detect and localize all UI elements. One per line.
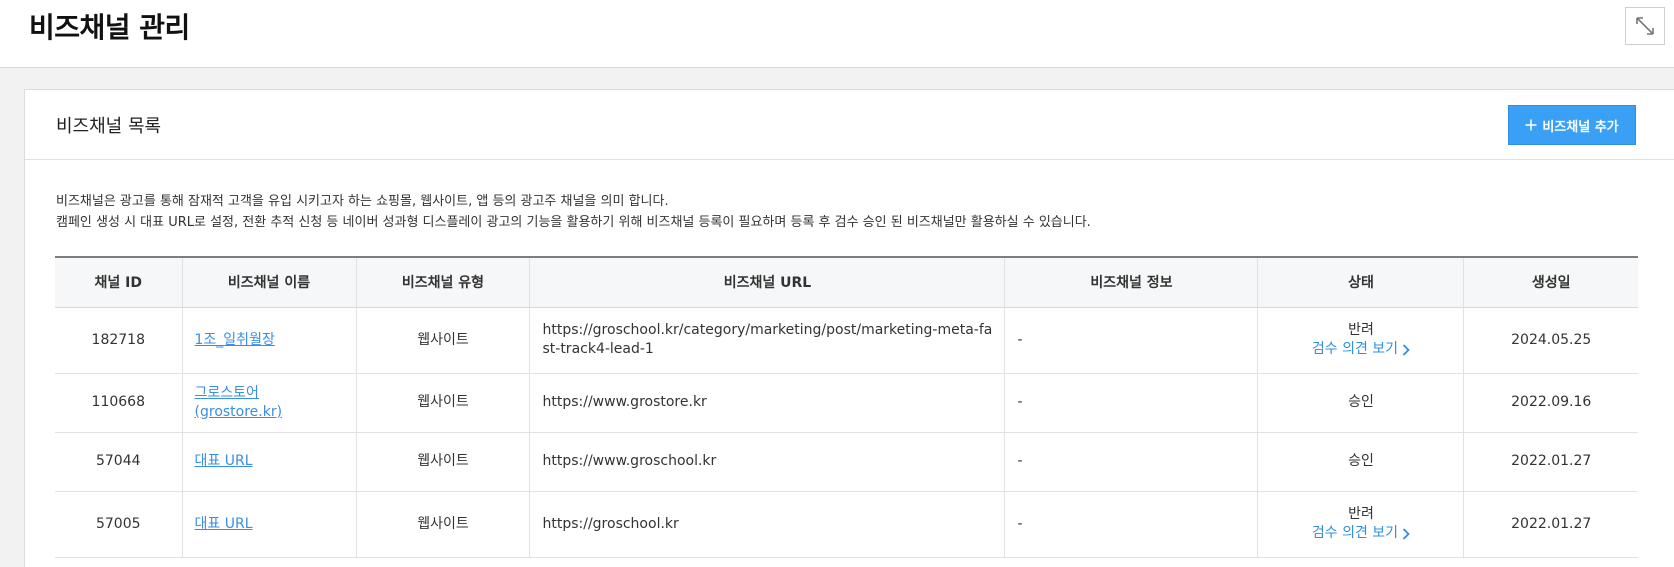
table-row: 182718 1조_일취월장 웹사이트 https://groschool.kr… (55, 307, 1638, 374)
cell-channel-id: 110668 (55, 373, 183, 433)
cell-channel-id: 57044 (55, 432, 183, 492)
cell-created: 2022.09.16 (1463, 373, 1638, 433)
cell-type: 웹사이트 (356, 432, 531, 492)
description: 비즈채널은 광고를 통해 잠재적 고객을 유입 시키고자 하는 쇼핑몰, 웹사이… (56, 191, 1091, 233)
status-text: 승인 (1348, 394, 1374, 410)
bizchannel-list-card: 비즈채널 목록 비즈채널 추가 비즈채널은 광고를 통해 잠재적 고객을 유입 … (24, 89, 1674, 567)
status-text: 승인 (1348, 453, 1374, 469)
col-header-channel-id: 채널 ID (55, 257, 183, 308)
review-opinion-link[interactable]: 검수 의견 보기 (1312, 340, 1410, 359)
col-header-info: 비즈채널 정보 (1004, 257, 1259, 308)
status-text: 반려 (1348, 506, 1374, 522)
page-title: 비즈채널 관리 (29, 11, 190, 44)
cell-info: - (1004, 307, 1259, 374)
cell-name: 1조_일취월장 (182, 307, 357, 374)
cell-status: 승인 (1257, 373, 1465, 433)
top-bar: 비즈채널 관리 (0, 0, 1674, 68)
cell-status: 반려 검수 의견 보기 (1257, 307, 1465, 374)
status-text: 반려 (1348, 322, 1374, 338)
plus-icon (1525, 119, 1537, 131)
cell-info: - (1004, 432, 1259, 492)
bizchannel-name-link[interactable]: 1조_일취월장 (195, 332, 275, 348)
cell-url: https://www.grostore.kr (529, 373, 1006, 433)
cell-name: 대표 URL (182, 491, 357, 558)
cell-channel-id: 57005 (55, 491, 183, 558)
table-row: 110668 그로스토어(grostore.kr) 웹사이트 https://w… (55, 373, 1638, 433)
bizchannel-name-link[interactable]: 그로스토어(grostore.kr) (195, 385, 283, 420)
col-header-type: 비즈채널 유형 (356, 257, 531, 308)
cell-status: 승인 (1257, 432, 1465, 492)
cell-info: - (1004, 491, 1259, 558)
add-bizchannel-label: 비즈채널 추가 (1542, 119, 1619, 135)
cell-created: 2024.05.25 (1463, 307, 1638, 374)
bizchannel-name-link[interactable]: 대표 URL (195, 453, 253, 469)
cell-created: 2022.01.27 (1463, 432, 1638, 492)
cell-url: https://groschool.kr (529, 491, 1006, 558)
cell-type: 웹사이트 (356, 373, 531, 433)
bizchannel-table: 채널 ID 비즈채널 이름 비즈채널 유형 비즈채널 URL 비즈채널 정보 상… (55, 256, 1638, 558)
expand-diagonal-icon (1636, 17, 1654, 35)
cell-name: 대표 URL (182, 432, 357, 492)
cell-url: https://www.groschool.kr (529, 432, 1006, 492)
chevron-right-icon (1402, 527, 1410, 540)
card-title: 비즈채널 목록 (56, 116, 162, 137)
cell-type: 웹사이트 (356, 491, 531, 558)
chevron-right-icon (1402, 343, 1410, 356)
bizchannel-name-link[interactable]: 대표 URL (195, 516, 253, 532)
col-header-url: 비즈채널 URL (529, 257, 1006, 308)
table-row: 57044 대표 URL 웹사이트 https://www.groschool.… (55, 432, 1638, 492)
cell-channel-id: 182718 (55, 307, 183, 374)
cell-type: 웹사이트 (356, 307, 531, 374)
description-line-1: 비즈채널은 광고를 통해 잠재적 고객을 유입 시키고자 하는 쇼핑몰, 웹사이… (56, 194, 669, 209)
add-bizchannel-button[interactable]: 비즈채널 추가 (1508, 105, 1636, 145)
expand-button[interactable] (1625, 7, 1665, 45)
cell-info: - (1004, 373, 1259, 433)
col-header-name: 비즈채널 이름 (182, 257, 357, 308)
cell-url: https://groschool.kr/category/marketing/… (529, 307, 1006, 374)
cell-status: 반려 검수 의견 보기 (1257, 491, 1465, 558)
card-header: 비즈채널 목록 비즈채널 추가 (25, 90, 1674, 160)
col-header-status: 상태 (1257, 257, 1465, 308)
col-header-created: 생성일 (1463, 257, 1638, 308)
table-header-row: 채널 ID 비즈채널 이름 비즈채널 유형 비즈채널 URL 비즈채널 정보 상… (55, 257, 1638, 308)
cell-name: 그로스토어(grostore.kr) (182, 373, 357, 433)
cell-created: 2022.01.27 (1463, 491, 1638, 558)
review-opinion-label: 검수 의견 보기 (1311, 525, 1399, 541)
review-opinion-link[interactable]: 검수 의견 보기 (1312, 524, 1410, 543)
table-row: 57005 대표 URL 웹사이트 https://groschool.kr -… (55, 491, 1638, 558)
description-line-2: 캠페인 생성 시 대표 URL로 설정, 전환 추적 신청 등 네이버 성과형 … (56, 215, 1091, 230)
review-opinion-label: 검수 의견 보기 (1311, 341, 1399, 357)
